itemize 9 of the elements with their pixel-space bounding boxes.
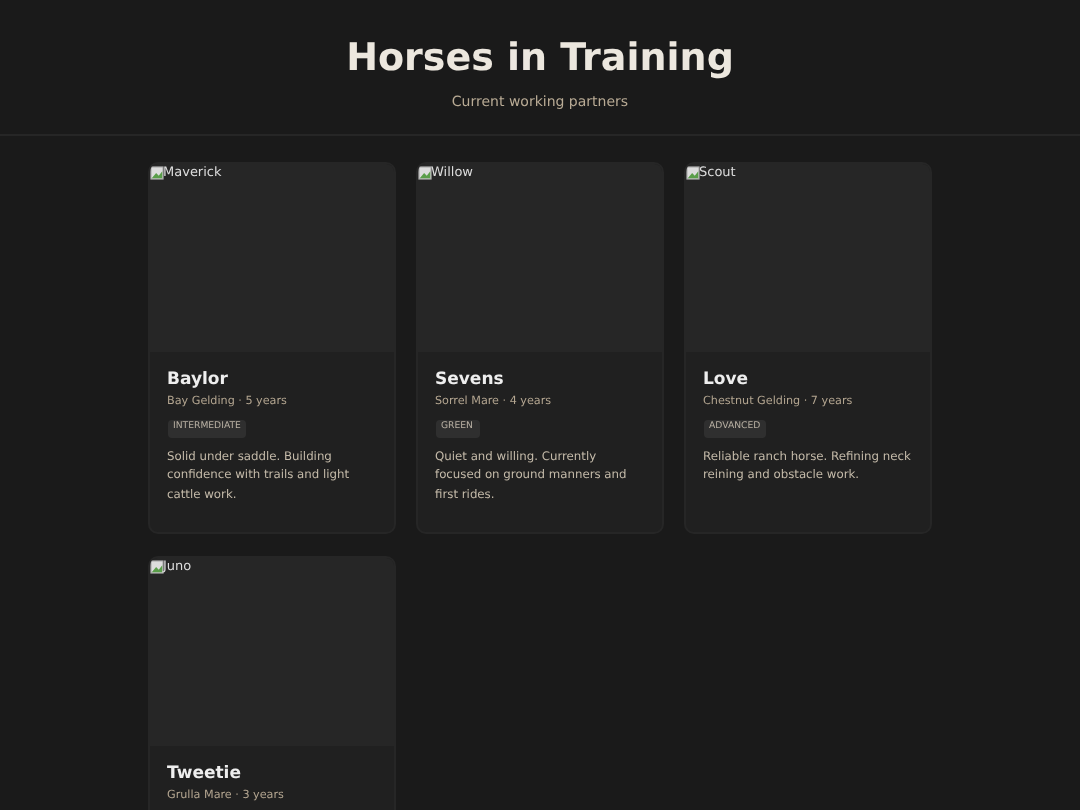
- broken-image-icon: [417, 165, 431, 179]
- broken-image-icon: [149, 165, 163, 179]
- broken-image-icon: [149, 559, 163, 573]
- horse-name: Baylor: [167, 370, 230, 390]
- horse-name: Tweetie: [167, 764, 243, 784]
- horse-name: Sevens: [435, 370, 506, 390]
- page-title: Horses in Training: [344, 36, 736, 80]
- horse-name: Love: [703, 370, 751, 390]
- broken-image-icon: [685, 165, 699, 179]
